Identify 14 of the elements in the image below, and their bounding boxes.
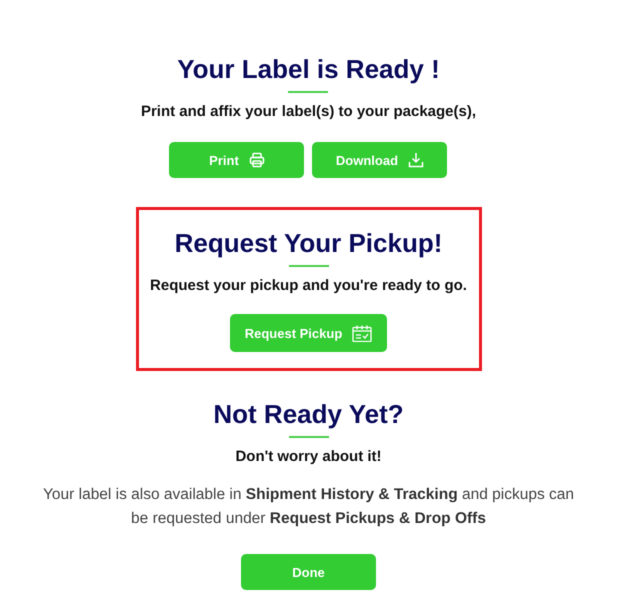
print-button[interactable]: Print [169, 142, 304, 178]
download-icon [408, 152, 424, 168]
info-paragraph: Your label is also available in Shipment History & Tracking and pickups can be requested under Request Pickups & Drop Offs [42, 485, 575, 529]
section-title: Your Label is Ready ! [177, 53, 440, 86]
done-button[interactable]: Done [241, 554, 376, 590]
section-subtitle: Request your pickup and you're ready to go. [150, 276, 467, 296]
printer-icon [248, 152, 265, 168]
section-subtitle: Print and affix your label(s) to your package(s), [140, 102, 476, 122]
section-subtitle: Don't worry about it! [235, 447, 382, 467]
section-title: Not Ready Yet? [213, 398, 404, 431]
request-pickup-button[interactable]: Request Pickup [230, 314, 387, 352]
section-title: Request Your Pickup! [174, 227, 442, 260]
calendar-icon [352, 324, 372, 342]
download-button[interactable]: Download [312, 142, 448, 178]
